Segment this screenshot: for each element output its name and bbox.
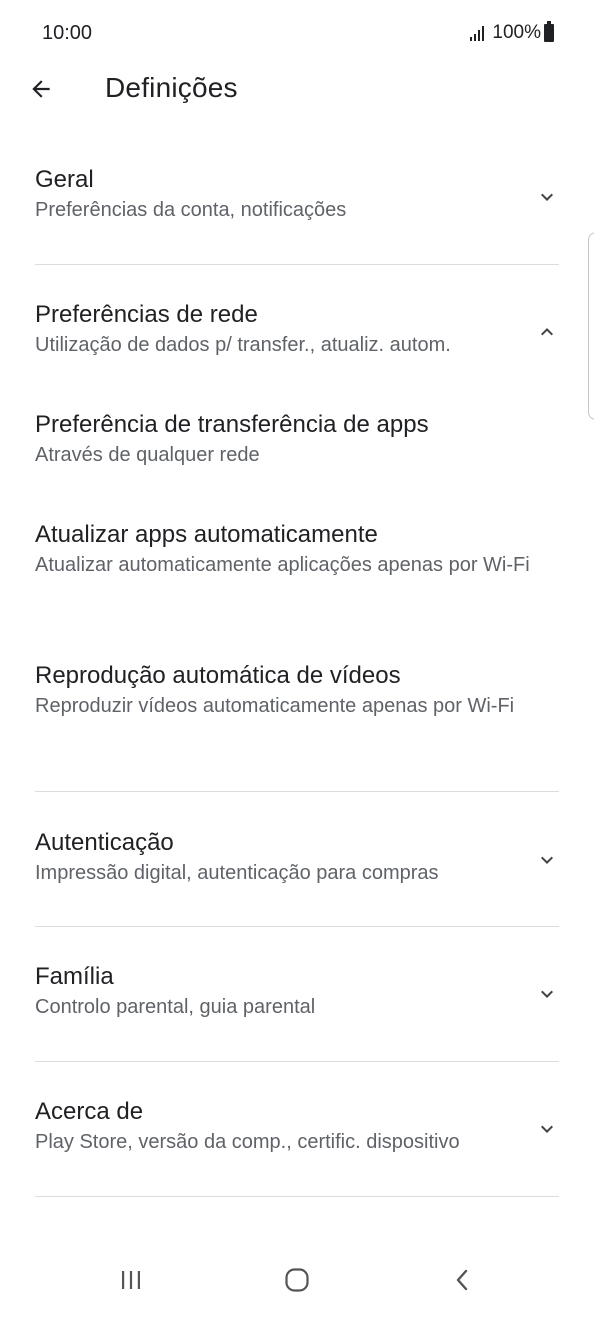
- section-network-preferences[interactable]: Preferências de rede Utilização de dados…: [35, 300, 559, 370]
- section-authentication[interactable]: Autenticação Impressão digital, autentic…: [35, 828, 559, 898]
- section-title: Preferências de rede: [35, 301, 258, 328]
- setting-title: Preferência de transferência de apps: [35, 411, 429, 438]
- setting-value: Reproduzir vídeos automaticamente apenas…: [35, 695, 515, 717]
- back-button[interactable]: [24, 72, 58, 106]
- home-button[interactable]: [277, 1260, 317, 1300]
- signal-icon: [470, 25, 486, 41]
- system-back-button[interactable]: [443, 1260, 483, 1300]
- section-title: Geral: [35, 166, 94, 193]
- status-time: 10:00: [42, 22, 93, 44]
- battery-percentage: 100%: [492, 22, 541, 43]
- home-icon: [285, 1268, 309, 1292]
- chevron-down-icon: [541, 856, 553, 864]
- app-bar: Definições: [0, 68, 594, 112]
- setting-title: Atualizar apps automaticamente: [35, 521, 378, 548]
- section-subtitle: Play Store, versão da comp., certific. d…: [35, 1131, 460, 1153]
- section-subtitle: Impressão digital, autenticação para com…: [35, 862, 439, 884]
- recent-apps-button[interactable]: [111, 1260, 151, 1300]
- section-about[interactable]: Acerca de Play Store, versão da comp., c…: [35, 1097, 559, 1167]
- divider: [35, 1061, 559, 1062]
- section-subtitle: Controlo parental, guia parental: [35, 996, 316, 1018]
- arrow-back-icon: [32, 80, 50, 98]
- section-title: Acerca de: [35, 1098, 144, 1125]
- page-title: Definições: [105, 72, 238, 103]
- section-title: Autenticação: [35, 829, 174, 856]
- divider: [35, 264, 559, 265]
- recent-apps-icon: [122, 1271, 140, 1289]
- battery-icon: [544, 21, 554, 42]
- section-general[interactable]: Geral Preferências da conta, notificaçõe…: [35, 165, 559, 235]
- chevron-up-icon: [541, 328, 553, 336]
- setting-auto-update-apps[interactable]: Atualizar apps automaticamente Atualizar…: [35, 520, 559, 580]
- setting-value: Através de qualquer rede: [35, 444, 260, 466]
- divider: [35, 791, 559, 792]
- chevron-down-icon: [541, 193, 553, 201]
- setting-app-download-preference[interactable]: Preferência de transferência de apps Atr…: [35, 410, 559, 470]
- scroll-indicator[interactable]: [588, 232, 594, 420]
- back-icon: [456, 1269, 468, 1291]
- chevron-down-icon: [541, 1125, 553, 1133]
- section-subtitle: Utilização de dados p/ transfer., atuali…: [35, 334, 451, 356]
- divider: [35, 926, 559, 927]
- section-title: Família: [35, 963, 114, 990]
- status-indicators: 100%: [470, 21, 554, 44]
- setting-auto-play-videos[interactable]: Reprodução automática de vídeos Reproduz…: [35, 661, 559, 721]
- setting-title: Reprodução automática de vídeos: [35, 662, 401, 689]
- section-family[interactable]: Família Controlo parental, guia parental: [35, 962, 559, 1032]
- section-subtitle: Preferências da conta, notificações: [35, 199, 347, 221]
- status-bar: 10:00 100%: [0, 0, 594, 68]
- setting-value: Atualizar automaticamente aplicações ape…: [35, 554, 530, 576]
- navigation-bar: [0, 1240, 594, 1320]
- chevron-down-icon: [541, 990, 553, 998]
- divider: [35, 1196, 559, 1197]
